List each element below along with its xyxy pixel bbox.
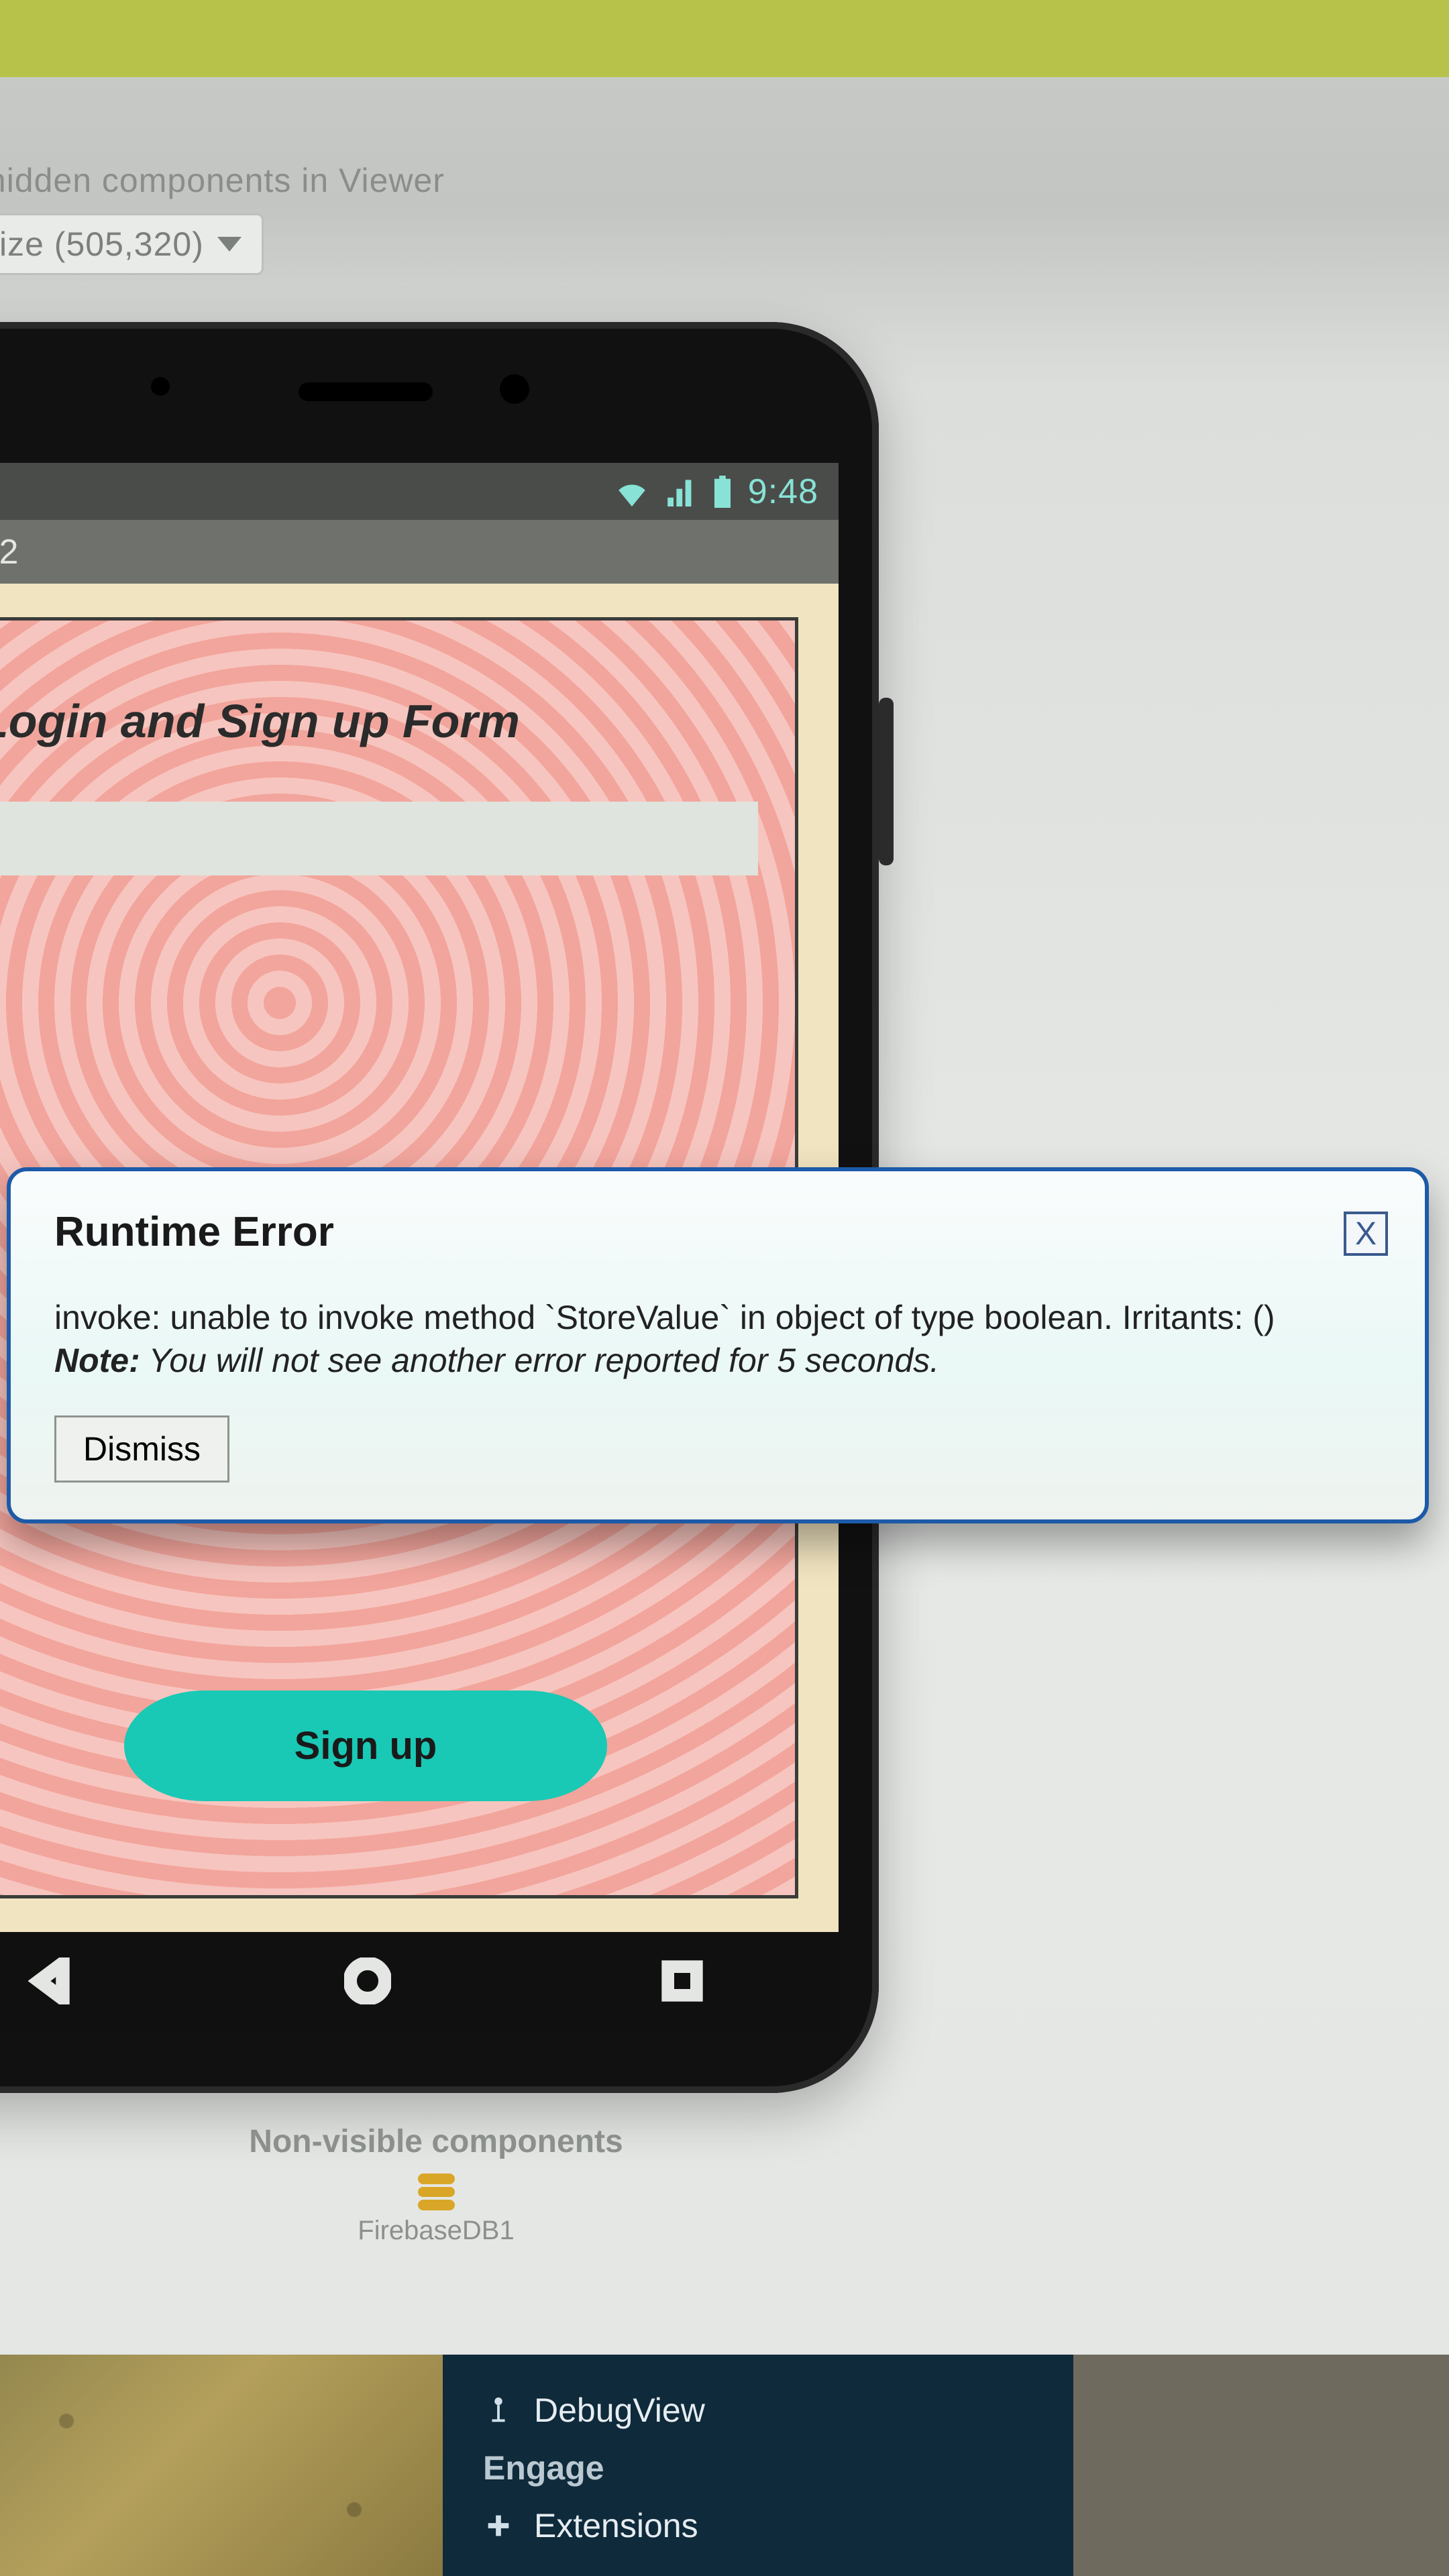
extensions-icon (483, 2510, 514, 2541)
debugview-icon (483, 2395, 514, 2426)
nav-home-icon[interactable] (344, 1957, 391, 2008)
proximity-sensor-icon (151, 377, 170, 396)
firebase-item-label: DebugView (534, 2391, 705, 2430)
chevron-down-icon (217, 237, 241, 252)
dismiss-button[interactable]: Dismiss (54, 1415, 229, 1483)
android-nav-bar (0, 1932, 839, 2033)
runtime-error-dialog: Runtime Error X invoke: unable to invoke… (7, 1167, 1429, 1523)
speaker-icon (299, 382, 433, 401)
form-title: Login and Sign up Form (0, 694, 758, 748)
hidden-components-label: y hidden components in Viewer (0, 161, 445, 200)
database-icon[interactable] (418, 2174, 455, 2210)
firebase-debugview-item[interactable]: DebugView (483, 2381, 1033, 2439)
firebase-engage-section[interactable]: Engage (483, 2439, 1033, 2497)
bottom-strip-filler (1073, 2355, 1449, 2576)
error-note-label: Note: (54, 1342, 140, 1379)
username-field[interactable] (0, 802, 758, 875)
firebase-item-label: Extensions (534, 2506, 698, 2545)
nav-recent-icon[interactable] (661, 1960, 704, 2006)
android-status-bar: 9:48 (0, 463, 839, 520)
viewer-options: y hidden components in Viewer size (505,… (0, 161, 445, 275)
wifi-icon (614, 477, 650, 506)
power-button-icon (879, 698, 894, 865)
nonvisible-components: Non-visible components FirebaseDB1 (0, 2123, 872, 2246)
close-icon[interactable]: X (1344, 1212, 1388, 1256)
bottom-strip: DebugView Engage Extensions (0, 2355, 1449, 2576)
front-camera-icon (500, 374, 529, 404)
app-title-bar: reen 2 (0, 520, 839, 584)
nonvisible-heading: Non-visible components (0, 2123, 872, 2160)
cell-signal-icon (665, 477, 697, 506)
error-title: Runtime Error (54, 1208, 1381, 1256)
firebase-item-label: Engage (483, 2449, 604, 2487)
firebase-extensions-item[interactable]: Extensions (483, 2497, 1033, 2555)
signup-button[interactable]: Sign up (124, 1690, 607, 1801)
other-window-thumb[interactable] (0, 2355, 443, 2576)
status-time: 9:48 (748, 472, 818, 512)
nav-back-icon[interactable] (28, 1957, 74, 2008)
error-note-text: You will not see another error reported … (140, 1342, 939, 1379)
error-note: Note: You will not see another error rep… (54, 1339, 1381, 1382)
error-message: invoke: unable to invoke method `StoreVa… (54, 1296, 1381, 1339)
firebase-console-panel[interactable]: DebugView Engage Extensions (443, 2355, 1073, 2576)
firebasedb-label[interactable]: FirebaseDB1 (0, 2216, 872, 2246)
error-body: invoke: unable to invoke method `StoreVa… (54, 1296, 1381, 1382)
phone-size-dropdown[interactable]: size (505,320) (0, 213, 264, 275)
battery-icon (712, 476, 733, 508)
phone-size-label: size (505,320) (0, 225, 204, 264)
screen-name-label: reen 2 (0, 532, 18, 572)
